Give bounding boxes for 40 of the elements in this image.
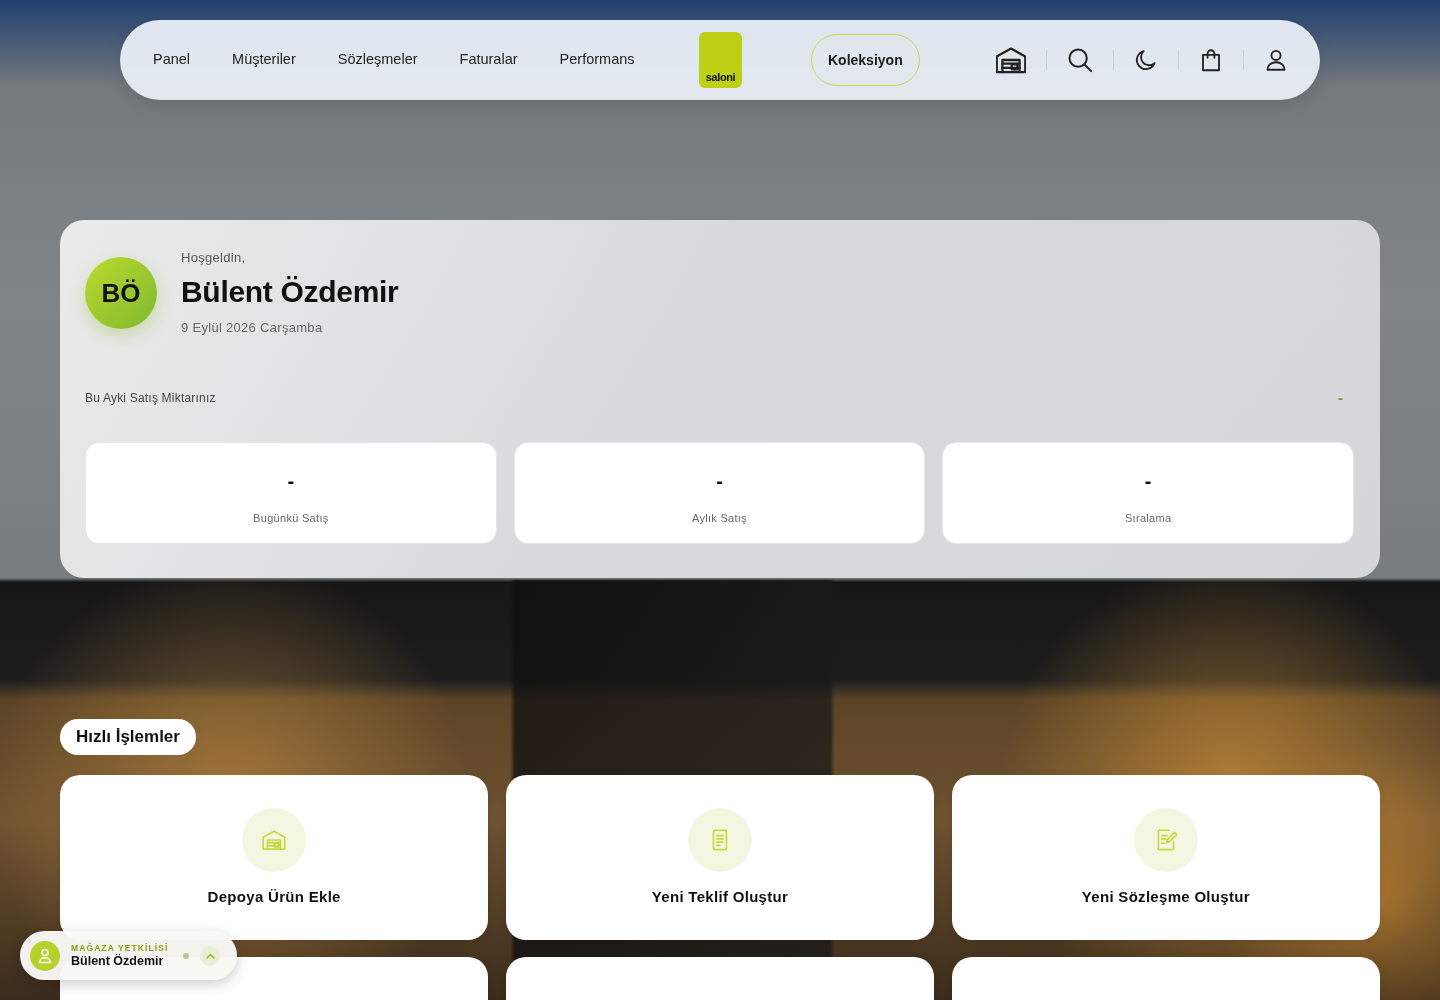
document-icon <box>688 808 752 872</box>
nav-link[interactable]: Performans <box>559 49 635 71</box>
date-text: 9 Eylül 2026 Carşamba <box>181 319 324 337</box>
shopping-bag-icon <box>1199 48 1223 72</box>
user-icon <box>1264 48 1288 72</box>
user-name: Bülent Özdemir <box>71 953 165 969</box>
section-title: Hızlı İşlemler <box>60 719 196 755</box>
profile-button[interactable] <box>1264 48 1288 72</box>
status-dot-icon <box>183 952 189 959</box>
sales-label: Bu Ayki Satış Miktarınız <box>85 390 216 407</box>
action-card[interactable]: Depoya Ürün Ekle <box>60 775 489 940</box>
avatar-initials: BÖ <box>85 257 157 329</box>
nav-link[interactable]: Faturalar <box>459 49 518 71</box>
chevron-up-icon <box>205 952 215 959</box>
moon-icon <box>1134 48 1158 72</box>
search-icon <box>1067 47 1093 73</box>
warehouse-icon <box>996 45 1026 75</box>
theme-toggle-button[interactable] <box>1134 48 1158 72</box>
action-card[interactable]: Yeni Sözleşme Oluştur <box>951 775 1380 940</box>
edit-document-icon <box>1133 808 1198 872</box>
action-card[interactable]: Yeni Teklif Oluştur <box>505 775 935 940</box>
stat-label: Aylık Satış <box>691 511 747 526</box>
cart-button[interactable] <box>1199 48 1223 72</box>
sales-value: - <box>1338 389 1343 407</box>
warehouse-icon <box>242 808 307 872</box>
nav-link[interactable]: Sözleşmeler <box>337 49 418 71</box>
stat-label: Bugünkü Satış <box>253 511 329 526</box>
role-label: MAĞAZA YETKİLİSİ <box>71 942 169 954</box>
nav-link[interactable]: Panel <box>153 49 191 71</box>
stat-label: Sıralama <box>1124 511 1172 526</box>
stat-value: - <box>287 469 295 493</box>
user-name: Bülent Özdemir <box>181 274 399 310</box>
warehouse-button[interactable] <box>996 45 1026 75</box>
logo[interactable]: saloni <box>699 32 742 88</box>
user-avatar-icon <box>30 940 60 971</box>
stat-value: - <box>716 469 723 493</box>
greeting-text: Hoşgeldin, <box>181 249 247 267</box>
nav-link[interactable]: Müşteriler <box>232 49 296 71</box>
search-button[interactable] <box>1067 47 1093 73</box>
stat-value: - <box>1144 469 1152 493</box>
